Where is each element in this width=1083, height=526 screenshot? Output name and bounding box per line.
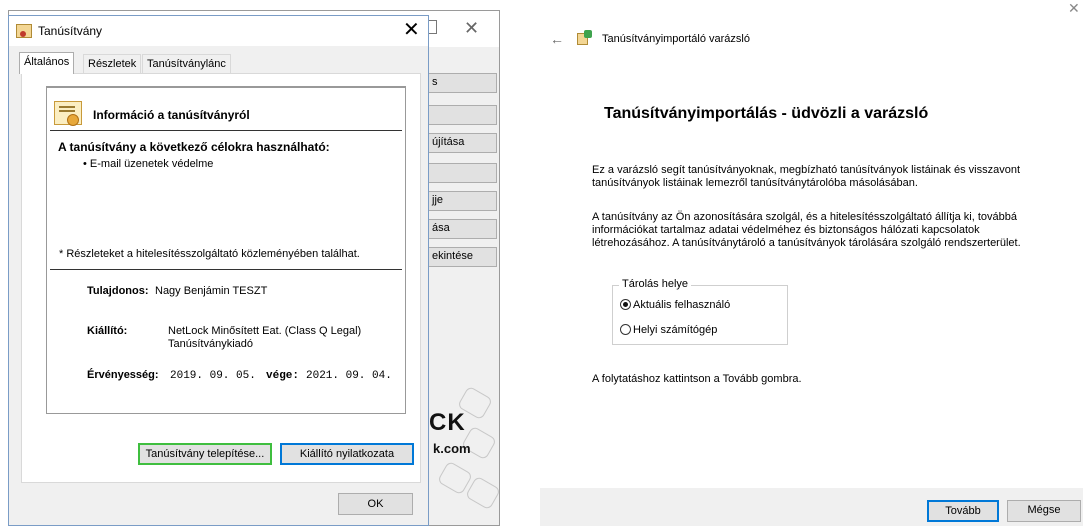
wizard-footer bbox=[540, 488, 1083, 526]
tab-details[interactable]: Részletek bbox=[83, 54, 142, 73]
wizard-title: Tanúsítványimportáló varázsló bbox=[602, 33, 750, 45]
background-button-4[interactable] bbox=[421, 163, 497, 183]
background-button-5[interactable]: jje bbox=[421, 191, 497, 211]
purpose-heading: A tanúsítvány a következő célokra haszná… bbox=[58, 140, 330, 154]
valid-to-label: vége: bbox=[266, 370, 300, 382]
hex-decoration bbox=[464, 475, 502, 511]
continue-hint: A folytatáshoz kattintson a Tovább gombr… bbox=[592, 373, 802, 385]
background-button-6[interactable]: ása bbox=[421, 219, 497, 239]
description-line-2: információkat tartalmaz adatai védelméhe… bbox=[592, 224, 980, 236]
certificate-import-icon bbox=[577, 30, 593, 46]
radio-local-machine[interactable]: Helyi számítógép bbox=[620, 324, 717, 336]
issuer-statement-button[interactable]: Kiállító nyilatkozata bbox=[280, 443, 414, 465]
general-tab-panel: Információ a tanúsítványról A tanúsítván… bbox=[21, 73, 421, 483]
issuer-label: Kiállító: bbox=[87, 325, 128, 337]
ok-button[interactable]: OK bbox=[338, 493, 413, 515]
background-close-icon[interactable]: ✕ bbox=[464, 19, 479, 37]
intro-line-2: tanúsítványok listáinak lemezről tanúsít… bbox=[592, 177, 918, 189]
close-icon[interactable]: ✕ bbox=[403, 20, 420, 40]
issued-to-value: Nagy Benjámin TESZT bbox=[155, 285, 268, 297]
wizard-heading: Tanúsítványimportálás - üdvözli a varázs… bbox=[604, 105, 929, 122]
background-button-7[interactable]: ekintése bbox=[421, 247, 497, 267]
valid-to: 2021. 09. 04. bbox=[306, 370, 392, 382]
radio-unselected-indicator bbox=[620, 324, 631, 335]
issuer-value-line2: Tanúsítványkiadó bbox=[168, 338, 253, 350]
description-line-1: A tanúsítvány az Ön azonosítására szolgá… bbox=[592, 211, 1017, 223]
purpose-item: • E-mail üzenetek védelme bbox=[83, 158, 214, 170]
divider bbox=[50, 130, 402, 131]
radio-local-machine-label: Helyi számítógép bbox=[633, 324, 718, 336]
issued-to-label: Tulajdonos: bbox=[87, 285, 149, 297]
footnote: * Részleteket a hitelesítésszolgáltató k… bbox=[59, 248, 360, 260]
intro-line-1: Ez a varázsló segít tanúsítványoknak, me… bbox=[592, 164, 1021, 176]
valid-from: 2019. 09. 05. bbox=[170, 370, 256, 382]
radio-current-user[interactable]: Aktuális felhasználó bbox=[620, 299, 730, 311]
radio-current-user-label: Aktuális felhasználó bbox=[633, 299, 731, 311]
radio-selected-indicator bbox=[620, 299, 631, 310]
description-line-3: létrehozásához. A tanúsítványtároló a ta… bbox=[592, 237, 1021, 249]
store-location-group bbox=[612, 285, 788, 345]
store-location-legend: Tárolás helye bbox=[619, 278, 692, 290]
tab-certification-path[interactable]: Tanúsítványlánc bbox=[142, 54, 231, 73]
brand-domain-text: k.com bbox=[433, 441, 471, 456]
certificate-dialog: Tanúsítvány ✕ Általános Részletek Tanúsí… bbox=[8, 15, 429, 526]
info-heading: Információ a tanúsítványról bbox=[93, 108, 250, 122]
certificate-icon bbox=[16, 24, 32, 38]
certificate-info-icon bbox=[54, 101, 82, 126]
next-button[interactable]: Tovább bbox=[927, 500, 999, 522]
install-certificate-button[interactable]: Tanúsítvány telepítése... bbox=[138, 443, 272, 465]
certificate-info-box: Információ a tanúsítványról A tanúsítván… bbox=[46, 86, 406, 414]
brand-logo-text: CK bbox=[429, 409, 466, 436]
import-wizard: ✕ ← Tanúsítványimportáló varázsló Tanúsí… bbox=[540, 0, 1083, 526]
dialog-title: Tanúsítvány bbox=[38, 24, 103, 38]
dialog-titlebar: Tanúsítvány ✕ bbox=[9, 16, 428, 46]
background-button-3[interactable]: újítása bbox=[421, 133, 497, 153]
wizard-close-icon[interactable]: ✕ bbox=[1068, 0, 1080, 17]
validity-label: Érvényesség: bbox=[87, 369, 159, 381]
cancel-button[interactable]: Mégse bbox=[1007, 500, 1081, 522]
issuer-value-line1: NetLock Minősített Eat. (Class Q Legal) bbox=[168, 325, 362, 337]
tab-general[interactable]: Általános bbox=[19, 52, 75, 74]
background-button-2[interactable] bbox=[421, 105, 497, 125]
background-button-1[interactable]: s bbox=[421, 73, 497, 93]
divider bbox=[50, 269, 402, 270]
back-arrow-icon[interactable]: ← bbox=[550, 31, 564, 47]
